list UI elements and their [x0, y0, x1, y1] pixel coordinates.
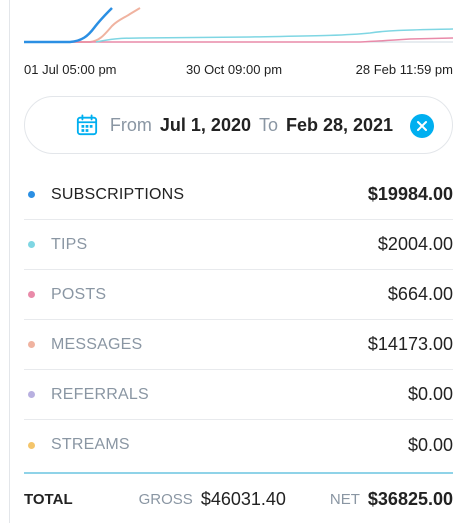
series-dot: [28, 241, 35, 248]
category-label: REFERRALS: [51, 385, 149, 403]
category-row-posts[interactable]: POSTS $664.00: [24, 270, 453, 320]
category-value: $0.00: [407, 434, 453, 455]
series-line-posts: [24, 37, 454, 43]
series-dot: [28, 191, 35, 198]
series-dot: [28, 341, 35, 348]
series-line-subscriptions: [24, 7, 113, 44]
gross-label: GROSS: [138, 490, 193, 508]
category-value: $14173.00: [367, 334, 453, 354]
net-value: $36825.00: [367, 488, 453, 509]
date-range-picker[interactable]: From Jul 1, 2020 To Feb 28, 2021: [24, 96, 453, 154]
category-row-referrals[interactable]: REFERRALS $0.00: [24, 370, 453, 420]
category-value: $664.00: [387, 284, 453, 304]
from-date-value[interactable]: Jul 1, 2020: [160, 115, 251, 136]
category-label: MESSAGES: [51, 335, 143, 353]
to-date-value[interactable]: Feb 28, 2021: [286, 115, 393, 136]
category-label: STREAMS: [51, 436, 130, 453]
gross-value: $46031.40: [200, 488, 286, 509]
category-row-streams[interactable]: STREAMS $0.00: [24, 420, 453, 470]
calendar-icon: [76, 114, 97, 136]
category-label: SUBSCRIPTIONS: [51, 185, 185, 203]
category-row-subscriptions[interactable]: SUBSCRIPTIONS $19984.00: [24, 170, 453, 220]
series-dot: [28, 441, 35, 449]
from-label: From: [109, 114, 152, 135]
category-label: TIPS: [51, 235, 88, 253]
totals-row: TOTAL GROSS $46031.40 NET $36825.00: [24, 482, 453, 516]
category-value: $2004.00: [377, 234, 453, 254]
earnings-category-list: SUBSCRIPTIONS $19984.00 TIPS $2004.00 PO…: [24, 170, 453, 470]
earnings-chart[interactable]: [0, 0, 461, 58]
to-label: To: [258, 114, 278, 135]
category-row-tips[interactable]: TIPS $2004.00: [24, 220, 453, 270]
category-value: $0.00: [407, 384, 453, 404]
category-row-messages[interactable]: MESSAGES $14173.00: [24, 320, 453, 370]
series-dot: [28, 291, 35, 298]
series-dot: [28, 391, 35, 398]
category-label: POSTS: [51, 285, 107, 303]
total-label: TOTAL: [24, 490, 73, 508]
chart-x-axis: 01 Jul 05:00 pm 30 Oct 09:00 pm 28 Feb 1…: [0, 62, 461, 82]
series-line-messages: [24, 7, 141, 43]
clear-date-range-button[interactable]: [410, 114, 434, 138]
x-tick-label: 30 Oct 09:00 pm: [186, 62, 283, 77]
net-label: NET: [329, 490, 360, 508]
earnings-chart-svg: [24, 7, 454, 44]
close-icon: [417, 121, 427, 131]
total-divider: [24, 472, 453, 474]
x-tick-label: 28 Feb 11:59 pm: [355, 62, 453, 77]
x-tick-label: 01 Jul 05:00 pm: [24, 62, 117, 77]
category-value: $19984.00: [367, 184, 453, 204]
